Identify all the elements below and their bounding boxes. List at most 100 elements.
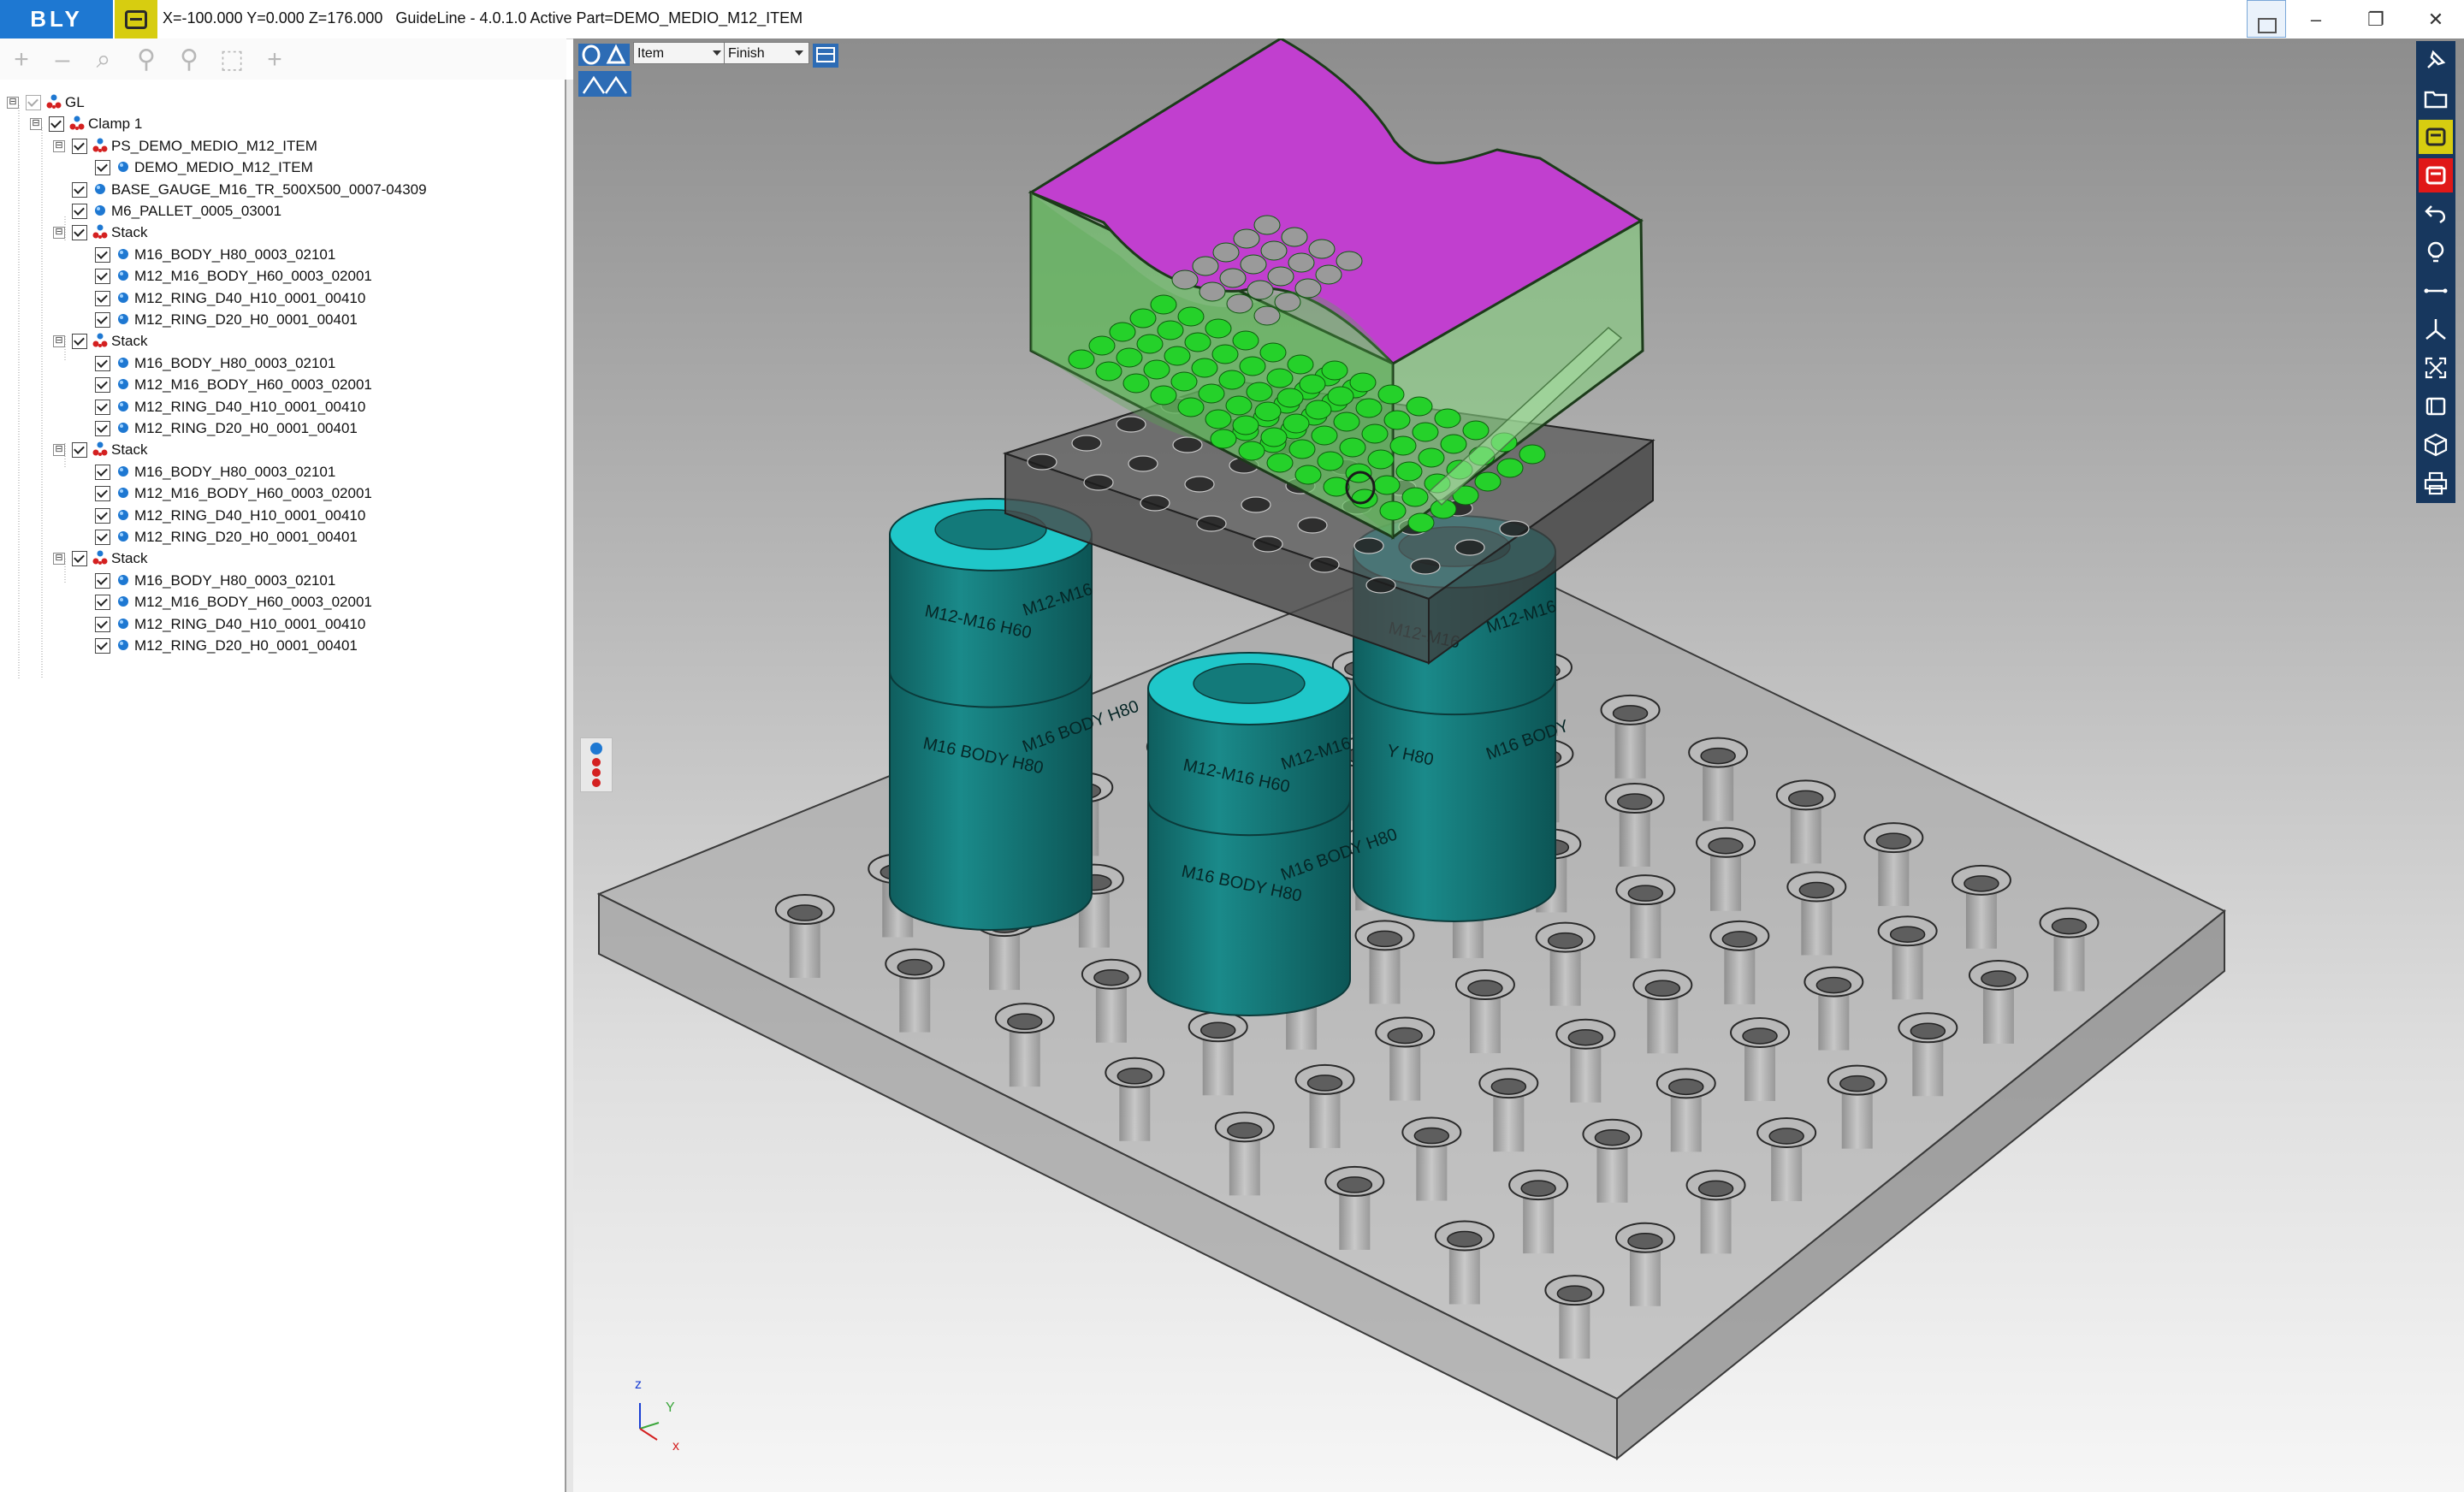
tree-row[interactable]: BASE_GAUGE_M16_TR_500X500_0007-04309 [0,179,556,200]
tree-expander[interactable]: ⊟ [53,553,65,565]
tree-checkbox[interactable] [95,312,110,328]
tree-checkbox[interactable] [95,355,110,371]
tree-checkbox[interactable] [72,204,87,219]
window-layout-icon[interactable] [2247,0,2286,38]
tree-row[interactable]: M12_RING_D40_H10_0001_00410 [0,396,556,417]
remove-icon[interactable]: – [48,45,77,74]
tree-checkbox[interactable] [95,530,110,545]
tree-expander[interactable]: ⊟ [7,97,19,109]
tree-checkbox[interactable] [95,290,110,306]
tree-checkbox[interactable] [72,225,87,241]
tree-row[interactable]: ⊟ Stack [0,330,556,352]
cad-scene[interactable]: M12-M16 H60M12-M16M16 BODY H80M16 BODY H… [573,38,2464,1492]
brand-b-icon[interactable] [115,0,157,38]
tree-checkbox[interactable] [95,160,110,176]
tree-checkbox[interactable] [72,334,87,350]
tree-checkbox[interactable] [95,246,110,263]
tree-expander[interactable]: ⊟ [53,139,65,152]
stud [1247,280,1274,300]
tree-label: M12_RING_D20_H0_0001_00401 [134,637,358,654]
tree-row[interactable]: M12_M16_BODY_H60_0003_02001 [0,591,556,613]
tree-row[interactable]: ⊟ Stack [0,439,556,460]
bulb-icon[interactable] [2419,235,2453,269]
tree-row[interactable]: M12_RING_D40_H10_0001_00410 [0,505,556,526]
stack-indicator-widget[interactable] [580,737,613,792]
tree-checkbox[interactable] [26,95,41,110]
tree-expander[interactable]: ⊟ [53,227,65,240]
stud [1233,228,1260,249]
tree-checkbox[interactable] [95,269,110,285]
tree-row[interactable]: M16_BODY_H80_0003_02101 [0,244,556,265]
tree-row[interactable]: M16_BODY_H80_0003_02101 [0,461,556,483]
tree-row[interactable]: M12_M16_BODY_H60_0003_02001 [0,374,556,395]
tree-checkbox[interactable] [95,572,110,589]
tree-row[interactable]: ⊟ Stack [0,548,556,569]
frame-icon[interactable] [2419,389,2453,423]
tree-row[interactable]: M16_BODY_H80_0003_02101 [0,570,556,591]
tree-checkbox[interactable] [95,638,110,654]
close-button[interactable]: ✕ [2406,0,2464,38]
tree-row[interactable]: M12_M16_BODY_H60_0003_02001 [0,483,556,504]
tree-checkbox[interactable] [95,595,110,611]
tree-row[interactable]: ⊟ PS_DEMO_MEDIO_M12_ITEM [0,135,556,157]
stud [1171,269,1199,290]
tree-expander[interactable]: ⊟ [53,335,65,348]
tree-row[interactable]: ⊟ GL [0,92,556,113]
measure-icon[interactable] [2419,274,2453,308]
tree-checkbox[interactable] [72,442,87,459]
tree-row[interactable]: M12_RING_D20_H0_0001_00401 [0,635,556,656]
tree-row[interactable]: M6_PALLET_0005_03001 [0,200,556,222]
tree-checkbox[interactable] [72,138,87,154]
tree-checkbox[interactable] [95,616,110,632]
stud [1274,292,1301,312]
red-box-icon[interactable] [2419,158,2453,192]
tree-checkbox[interactable] [49,116,64,133]
tree-row[interactable]: ⊟ Clamp 1 [0,113,556,134]
select-frame-icon[interactable]: ⬚ [217,45,246,74]
undo-icon[interactable] [2419,197,2453,231]
tree-row[interactable]: DEMO_MEDIO_M12_ITEM [0,157,556,178]
yellow-box-icon[interactable] [2419,120,2453,154]
tree-expander[interactable]: ⊟ [30,118,42,131]
part-icon [118,488,128,499]
tree-edit-icon[interactable]: ⚲ [175,45,204,74]
tree-row[interactable]: M12_RING_D20_H0_0001_00401 [0,417,556,439]
cube-icon[interactable] [2419,428,2453,462]
tree-row[interactable]: M12_RING_D20_H0_0001_00401 [0,309,556,330]
stud [1238,441,1265,461]
tree-row[interactable]: M12_M16_BODY_H60_0003_02001 [0,265,556,287]
search-icon[interactable]: ⌕ [89,45,118,74]
axis-z-label: z [635,1377,642,1392]
folder-icon[interactable] [2419,81,2453,115]
tree-label: Stack [111,441,148,459]
axis-x-label: x [672,1439,679,1454]
tree-row[interactable]: M12_RING_D20_H0_0001_00401 [0,526,556,548]
tree-checkbox[interactable] [72,551,87,567]
3d-viewport[interactable]: Item Finish M12-M16 H60 M12-M16 M16 BODY… [573,38,2464,1492]
tree-row[interactable]: M12_RING_D40_H10_0001_00410 [0,287,556,309]
tree-checkbox[interactable] [95,421,110,436]
tree-checkbox[interactable] [72,181,87,198]
fit-icon[interactable] [2419,351,2453,385]
print-icon[interactable] [2419,466,2453,500]
part-icon [118,357,128,368]
stud [1143,359,1170,380]
tree-checkbox[interactable] [95,486,110,502]
tree-checkbox[interactable] [95,399,110,415]
axes-icon[interactable] [2419,312,2453,346]
stud [1406,396,1433,417]
stud [1150,385,1177,406]
pin-icon[interactable] [2419,43,2453,77]
tree-checkbox[interactable] [95,464,110,480]
tree-row[interactable]: M16_BODY_H80_0003_02101 [0,352,556,374]
tree-checkbox[interactable] [95,377,110,394]
restore-button[interactable]: ❐ [2346,0,2406,38]
add-icon[interactable]: + [7,45,36,74]
tree-row[interactable]: M12_RING_D40_H10_0001_00410 [0,613,556,635]
tree-row[interactable]: ⊟ Stack [0,222,556,243]
tree-checkbox[interactable] [95,507,110,524]
new-item-icon[interactable]: + [260,45,289,74]
minimize-button[interactable]: – [2286,0,2346,38]
tree-add-icon[interactable]: ⚲ [132,45,161,74]
tree-expander[interactable]: ⊟ [53,444,65,457]
